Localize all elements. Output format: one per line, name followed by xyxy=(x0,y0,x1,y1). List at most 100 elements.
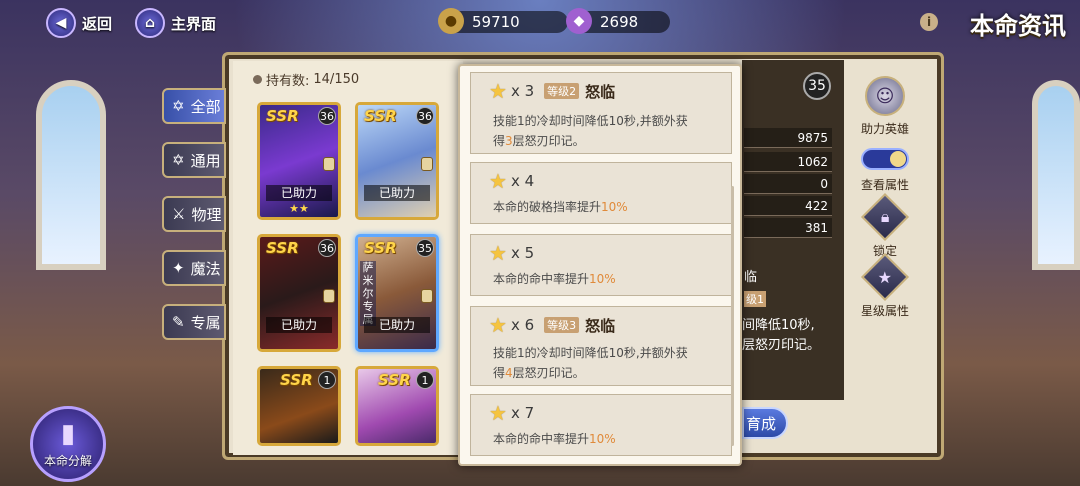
star-count: x 4 xyxy=(510,172,535,190)
desc-line: 技能1的冷却时间降低10秒,并额外获 xyxy=(493,114,688,128)
rarity-label: SSR xyxy=(364,107,397,125)
desc-text: 本命的命中率提升 xyxy=(493,432,590,446)
bg-skill-desc: 间降低10秒, xyxy=(742,318,815,333)
star-icon: ★ xyxy=(489,169,507,193)
info-icon[interactable]: i xyxy=(920,13,938,31)
level-badge: 35 xyxy=(416,239,434,257)
gem-icon: ◆ xyxy=(566,8,592,34)
star-count: x 7 xyxy=(510,404,535,422)
desc-line: 技能1的冷却时间降低10秒,并额外获 xyxy=(493,346,688,360)
assist-status: 已助力 xyxy=(364,185,430,201)
tab-label: 全部 xyxy=(190,97,221,116)
feather-icon: ✎ xyxy=(172,313,185,331)
card-item[interactable]: SSR 36 已助力 xyxy=(355,102,439,220)
lock-icon xyxy=(323,289,335,303)
star-attributes-button[interactable]: ★ 星级属性 xyxy=(850,252,920,319)
desc-text: 得 xyxy=(493,134,506,148)
card-item[interactable]: SSR 36 已助力 xyxy=(257,234,341,352)
grade-badge: 等级2 xyxy=(544,83,580,99)
card-item[interactable]: SSR 36 已助力 ★★ xyxy=(257,102,341,220)
bonus-header: ★ x 6 等级3 怒临 xyxy=(489,313,615,337)
rarity-label: SSR xyxy=(266,239,299,257)
desc-highlight: 10% xyxy=(589,272,616,286)
star-icon: ✡ xyxy=(172,97,185,115)
bg-skill-grade: 级1 xyxy=(744,291,766,307)
star-icon: ★ xyxy=(860,252,910,302)
bonus-entry: ★ x 5 本命的命中率提升10% xyxy=(470,234,732,296)
main-screen-button[interactable]: ⌂ 主界面 xyxy=(135,8,216,38)
lock-button[interactable]: 🔒︎ 锁定 xyxy=(850,192,920,259)
card-item[interactable]: SSR 1 xyxy=(355,366,439,446)
bonus-description: 技能1的冷却时间降低10秒,并额外获 得4层怒刃印记。 xyxy=(493,343,723,383)
background-window-right xyxy=(1032,80,1080,270)
tab-label: 专属 xyxy=(190,313,221,332)
holding-count: 持有数: 14/150 xyxy=(253,70,359,89)
lock-icon xyxy=(421,157,433,171)
holding-value: 14/150 xyxy=(313,72,360,87)
stat-value: 1062 xyxy=(744,152,832,172)
gem-counter: ◆ 2698 xyxy=(566,8,670,34)
holding-label: 持有数: xyxy=(266,74,310,89)
bonus-description: 本命的命中率提升10% xyxy=(493,429,723,449)
back-arrow-icon: ◀ xyxy=(46,8,76,38)
star-icon: ✡ xyxy=(172,151,185,169)
background-window-left xyxy=(36,80,106,270)
desc-text: 层怒刃印记。 xyxy=(512,134,585,148)
rarity-label: SSR xyxy=(266,107,299,125)
sword-icon: ⚔ xyxy=(172,205,186,223)
lock-icon xyxy=(323,157,335,171)
home-icon: ⌂ xyxy=(135,8,165,38)
tab-magic[interactable]: ✦ 魔法 xyxy=(162,250,226,286)
desc-text: 层怒刃印记。 xyxy=(512,366,585,380)
skill-name: 怒临 xyxy=(585,82,616,101)
lock-icon xyxy=(421,289,433,303)
bonus-entry: ★ x 3 等级2 怒临 技能1的冷却时间降低10秒,并额外获 得3层怒刃印记。 xyxy=(470,72,732,154)
wand-icon: ✦ xyxy=(172,259,185,277)
level-badge: 1 xyxy=(416,371,434,389)
assist-hero-button[interactable]: ☺ 助力英雄 xyxy=(850,76,920,137)
back-button[interactable]: ◀ 返回 xyxy=(46,8,112,38)
rarity-label: SSR xyxy=(364,239,397,257)
tab-label: 通用 xyxy=(190,151,221,170)
hero-level-badge: 35 xyxy=(803,72,831,100)
stat-value: 0 xyxy=(744,174,832,194)
tab-label: 魔法 xyxy=(190,259,221,278)
bonus-header: ★ x 7 xyxy=(489,401,534,425)
level-badge: 36 xyxy=(318,239,336,257)
desc-highlight: 10% xyxy=(589,432,616,446)
stat-value: 381 xyxy=(744,218,832,238)
level-badge: 1 xyxy=(318,371,336,389)
top-bar: ◀ 返回 ⌂ 主界面 ● 59710 ◆ 2698 i 本命资讯 xyxy=(0,0,1080,46)
star-count: x 3 xyxy=(510,82,535,100)
holding-dot-icon xyxy=(253,75,262,84)
cultivate-button[interactable]: 育成 xyxy=(742,407,788,439)
cultivate-label: 育成 xyxy=(746,414,777,433)
tab-general[interactable]: ✡ 通用 xyxy=(162,142,226,178)
view-attributes-toggle[interactable]: 查看属性 xyxy=(850,148,920,193)
bonus-entry: ★ x 7 本命的命中率提升10% xyxy=(470,394,732,456)
level-badge: 36 xyxy=(318,107,336,125)
rarity-label: SSR xyxy=(280,371,313,389)
bonus-entry: ★ x 6 等级3 怒临 技能1的冷却时间降低10秒,并额外获 得4层怒刃印记。 xyxy=(470,306,732,386)
main-screen-label: 主界面 xyxy=(171,14,217,33)
rarity-label: SSR xyxy=(378,371,411,389)
card-item-selected[interactable]: SSR 35 萨米尔专属 已助力 xyxy=(355,234,439,352)
star-attributes-label: 星级属性 xyxy=(860,304,909,318)
assist-status: 已助力 xyxy=(266,185,332,201)
decompose-label: 本命分解 xyxy=(43,454,92,468)
toggle-switch[interactable] xyxy=(861,148,909,170)
tab-all[interactable]: ✡ 全部 xyxy=(162,88,226,124)
card-decompose-icon: ▮ xyxy=(60,419,76,449)
star-count: x 5 xyxy=(510,244,535,262)
decompose-button[interactable]: ▮ 本命分解 xyxy=(30,406,106,482)
tab-exclusive[interactable]: ✎ 专属 xyxy=(162,304,226,340)
card-item[interactable]: SSR 1 xyxy=(257,366,341,446)
desc-text: 本命的命中率提升 xyxy=(493,272,590,286)
desc-text: 得 xyxy=(493,366,506,380)
bonus-description: 本命的破格挡率提升10% xyxy=(493,197,723,217)
bonus-header: ★ x 3 等级2 怒临 xyxy=(489,79,615,103)
popup-scrollbar[interactable] xyxy=(731,186,734,446)
view-attributes-label: 查看属性 xyxy=(860,178,909,192)
tab-physical[interactable]: ⚔ 物理 xyxy=(162,196,226,232)
bonus-entry: ★ x 4 本命的破格挡率提升10% xyxy=(470,162,732,224)
